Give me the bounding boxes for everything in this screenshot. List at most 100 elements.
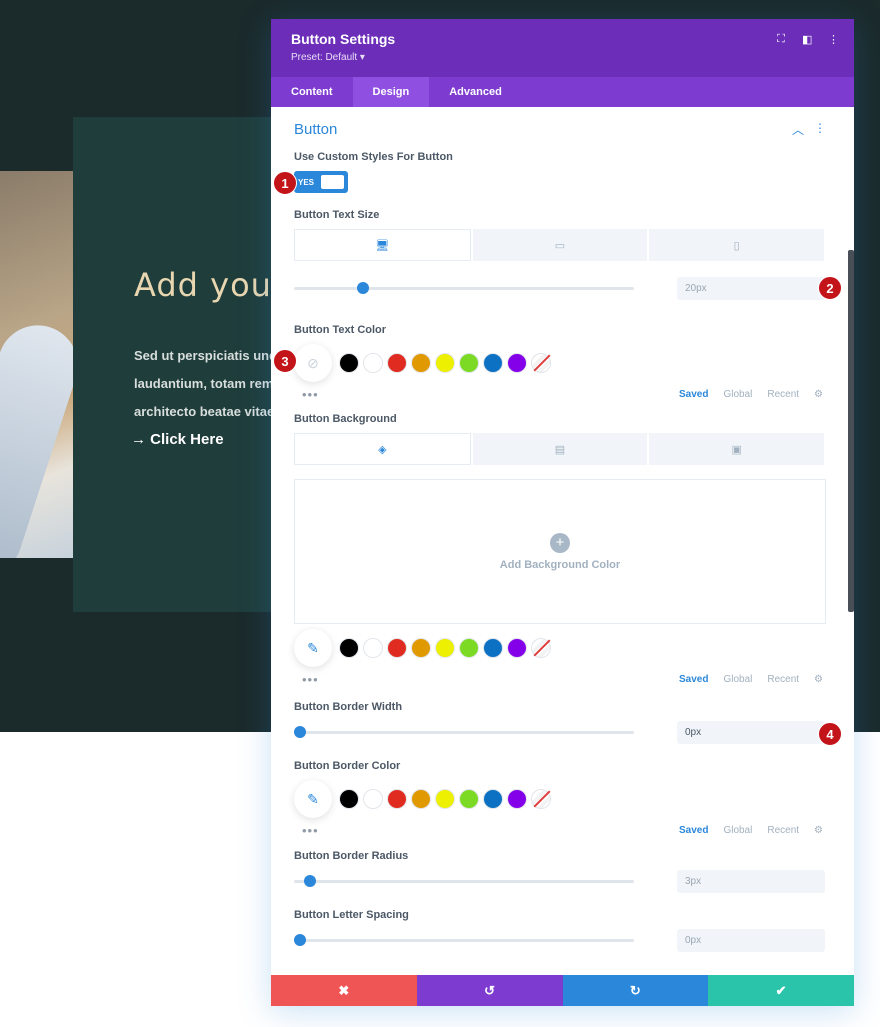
add-background-color[interactable]: Add Background Color xyxy=(500,559,620,571)
tab-content[interactable]: Content xyxy=(271,77,353,107)
swatch-none[interactable] xyxy=(531,789,551,809)
desktop-icon[interactable]: 🖥 xyxy=(294,229,471,261)
more-icon[interactable]: ⋮ xyxy=(828,33,839,46)
swatch-blue[interactable] xyxy=(483,638,503,658)
more-icon[interactable]: ⋮ xyxy=(814,121,826,138)
section-controls: ︿ ⋮ xyxy=(792,121,826,138)
palette-tabs: Saved Global Recent ⚙ xyxy=(679,825,823,836)
modal-title: Button Settings xyxy=(291,31,396,47)
section-header[interactable]: Button ︿ ⋮ xyxy=(294,107,826,151)
palette-tab-recent[interactable]: Recent xyxy=(767,674,799,685)
sidebar-icon[interactable]: ◧ xyxy=(802,33,812,46)
image-icon[interactable]: ▣ xyxy=(649,433,825,465)
swatch-orange[interactable] xyxy=(411,789,431,809)
redo-button[interactable]: ↻ xyxy=(562,975,709,1006)
swatch-black[interactable] xyxy=(339,638,359,658)
paint-bucket-icon[interactable]: ◈ xyxy=(294,433,471,465)
swatch-yellow[interactable] xyxy=(435,638,455,658)
border-color-palette: ✎ xyxy=(294,780,826,818)
swatch-none[interactable] xyxy=(531,353,551,373)
cancel-button[interactable]: ✖ xyxy=(271,975,417,1006)
chevron-up-icon[interactable]: ︿ xyxy=(792,121,804,138)
swatch-none[interactable] xyxy=(531,638,551,658)
eyedropper-icon[interactable]: ✎ xyxy=(294,780,332,818)
letter-spacing-label: Button Letter Spacing xyxy=(294,909,409,921)
undo-button[interactable]: ↺ xyxy=(416,975,563,1006)
swatch-yellow[interactable] xyxy=(435,789,455,809)
modal-body: Button ︿ ⋮ Use Custom Styles For Button … xyxy=(271,107,854,976)
swatch-blue[interactable] xyxy=(483,353,503,373)
custom-styles-toggle[interactable]: YES xyxy=(294,171,348,193)
scrollbar[interactable] xyxy=(848,250,854,612)
gear-icon[interactable]: ⚙ xyxy=(814,825,823,836)
click-here-link[interactable]: → Click Here xyxy=(131,431,224,448)
tab-design[interactable]: Design xyxy=(352,77,430,107)
swatch-blue[interactable] xyxy=(483,789,503,809)
palette-tab-global[interactable]: Global xyxy=(723,825,752,836)
palette-tab-saved[interactable]: Saved xyxy=(679,389,708,400)
swatch-red[interactable] xyxy=(387,789,407,809)
text-size-slider[interactable] xyxy=(294,282,634,294)
swatch-green[interactable] xyxy=(459,353,479,373)
stage: Add your Sed ut perspiciatis unde laudan… xyxy=(0,0,880,1027)
text-size-input[interactable]: 20px xyxy=(677,277,825,300)
swatch-white[interactable] xyxy=(363,789,383,809)
slider-thumb[interactable] xyxy=(357,282,369,294)
eyedropper-icon[interactable]: ✎ xyxy=(294,629,332,667)
swatch-black[interactable] xyxy=(339,789,359,809)
more-dots-icon[interactable]: ••• xyxy=(302,672,319,687)
slider-thumb[interactable] xyxy=(294,934,306,946)
border-color-label: Button Border Color xyxy=(294,760,401,772)
swatch-red[interactable] xyxy=(387,638,407,658)
letter-spacing-input[interactable]: 0px xyxy=(677,929,825,952)
text-color-label: Button Text Color xyxy=(294,324,387,336)
palette-tab-saved[interactable]: Saved xyxy=(679,825,708,836)
swatch-purple[interactable] xyxy=(507,638,527,658)
palette-tab-global[interactable]: Global xyxy=(723,389,752,400)
palette-tab-recent[interactable]: Recent xyxy=(767,825,799,836)
focus-icon[interactable]: ⛶ xyxy=(776,33,786,46)
palette-tabs: Saved Global Recent ⚙ xyxy=(679,674,823,685)
border-width-input[interactable]: 0px xyxy=(677,721,825,744)
swatch-purple[interactable] xyxy=(507,789,527,809)
palette-tab-recent[interactable]: Recent xyxy=(767,389,799,400)
tab-advanced[interactable]: Advanced xyxy=(429,77,522,107)
palette-tabs: Saved Global Recent ⚙ xyxy=(679,389,823,400)
more-dots-icon[interactable]: ••• xyxy=(302,387,319,402)
palette-tab-global[interactable]: Global xyxy=(723,674,752,685)
letter-spacing-slider[interactable] xyxy=(294,934,634,946)
swatch-white[interactable] xyxy=(363,353,383,373)
palette-footer: ••• Saved Global Recent ⚙ xyxy=(294,384,826,404)
hero-text-line: architecto beatae vitae xyxy=(134,404,275,419)
swatch-red[interactable] xyxy=(387,353,407,373)
swatch-purple[interactable] xyxy=(507,353,527,373)
header-actions: ⛶ ◧ ⋮ xyxy=(776,33,839,46)
swatch-yellow[interactable] xyxy=(435,353,455,373)
swatch-green[interactable] xyxy=(459,638,479,658)
add-icon[interactable]: + xyxy=(550,532,570,553)
save-button[interactable]: ✔ xyxy=(708,975,854,1006)
swatch-orange[interactable] xyxy=(411,353,431,373)
swatch-black[interactable] xyxy=(339,353,359,373)
border-radius-input[interactable]: 3px xyxy=(677,870,825,893)
palette-tab-saved[interactable]: Saved xyxy=(679,674,708,685)
phone-icon[interactable]: ▯ xyxy=(649,229,825,261)
tablet-icon[interactable]: ▭ xyxy=(472,229,648,261)
gear-icon[interactable]: ⚙ xyxy=(814,389,823,400)
slider-thumb[interactable] xyxy=(294,726,306,738)
modal-tabs: Content Design Advanced xyxy=(271,77,854,107)
swatch-white[interactable] xyxy=(363,638,383,658)
gear-icon[interactable]: ⚙ xyxy=(814,674,823,685)
background-color-area[interactable]: + Add Background Color xyxy=(294,479,826,624)
palette-footer: ••• Saved Global Recent ⚙ xyxy=(294,669,826,689)
swatch-green[interactable] xyxy=(459,789,479,809)
color-picker-empty-icon[interactable]: ⊘ xyxy=(294,344,332,382)
border-width-slider[interactable] xyxy=(294,726,634,738)
gradient-icon[interactable]: ▤ xyxy=(472,433,648,465)
more-dots-icon[interactable]: ••• xyxy=(302,823,319,838)
swatch-orange[interactable] xyxy=(411,638,431,658)
text-size-label: Button Text Size xyxy=(294,209,380,221)
slider-thumb[interactable] xyxy=(304,875,316,887)
preset-dropdown[interactable]: Preset: Default ▾ xyxy=(291,52,834,63)
border-radius-slider[interactable] xyxy=(294,875,634,887)
